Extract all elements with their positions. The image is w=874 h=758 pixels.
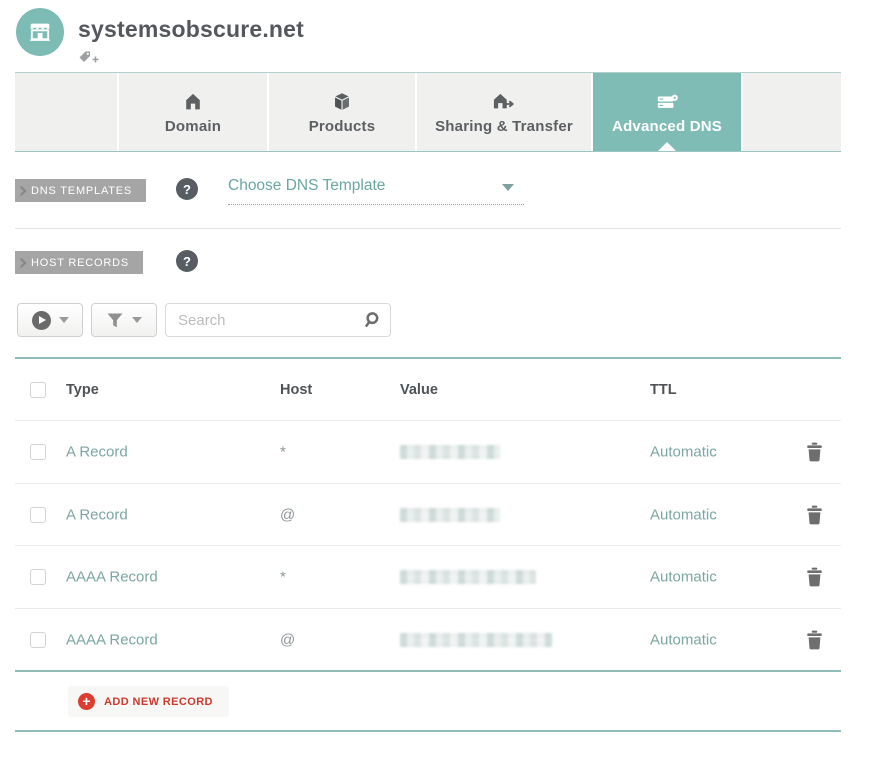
row-checkbox[interactable] — [30, 444, 46, 460]
column-header-ttl: TTL — [650, 382, 677, 398]
storefront-icon — [26, 18, 54, 46]
domain-advanced-dns-page: systemsobscure.net Domain — [0, 0, 874, 758]
table-row: AAAA Record * Automatic — [15, 545, 841, 608]
record-host[interactable]: * — [280, 569, 286, 586]
trash-icon[interactable] — [806, 505, 823, 525]
record-type[interactable]: A Record — [66, 506, 128, 523]
dns-template-dropdown-value: Choose DNS Template — [228, 177, 385, 194]
record-value-redacted[interactable] — [400, 570, 536, 584]
record-host[interactable]: * — [280, 444, 286, 461]
chevron-right-icon — [17, 186, 27, 196]
record-type[interactable]: AAAA Record — [66, 631, 158, 648]
caret-down-icon — [132, 317, 142, 323]
tab-products[interactable]: Products — [269, 73, 415, 151]
caret-down-icon — [502, 184, 514, 191]
house-arrow-icon — [491, 89, 517, 113]
domain-tabs: Domain Products Sharing & Transfer — [15, 72, 841, 152]
play-circle-icon — [32, 311, 51, 330]
tab-label: Sharing & Transfer — [435, 118, 573, 135]
tab-label: Domain — [165, 118, 221, 135]
page-title: systemsobscure.net — [78, 16, 304, 43]
house-icon — [182, 89, 204, 113]
search-icon[interactable] — [361, 311, 380, 330]
box-icon — [331, 89, 353, 113]
dns-templates-badge: DNS TEMPLATES — [15, 179, 146, 202]
record-type[interactable]: A Record — [66, 444, 128, 461]
record-ttl[interactable]: Automatic — [650, 631, 717, 648]
tab-sharing-transfer[interactable]: Sharing & Transfer — [417, 73, 591, 151]
trash-icon[interactable] — [806, 630, 823, 650]
dns-template-dropdown[interactable]: Choose DNS Template — [228, 177, 524, 205]
domain-avatar — [16, 8, 64, 56]
search-box — [165, 303, 391, 337]
host-records-label: HOST RECORDS — [31, 257, 129, 269]
trash-icon[interactable] — [806, 442, 823, 462]
row-checkbox[interactable] — [30, 507, 46, 523]
table-row: A Record @ Automatic — [15, 483, 841, 545]
tab-spacer-left — [15, 73, 117, 151]
record-value-redacted[interactable] — [400, 633, 552, 647]
select-all-checkbox[interactable] — [30, 382, 46, 398]
record-host[interactable]: @ — [280, 631, 295, 648]
record-ttl[interactable]: Automatic — [650, 506, 717, 523]
record-value-redacted[interactable] — [400, 508, 500, 522]
tab-label: Advanced DNS — [612, 118, 722, 135]
record-ttl[interactable]: Automatic — [650, 444, 717, 461]
tab-label: Products — [309, 118, 376, 135]
row-checkbox[interactable] — [30, 632, 46, 648]
plus-circle-icon: + — [78, 693, 95, 710]
record-value-redacted[interactable] — [400, 445, 500, 459]
dns-templates-help-icon[interactable]: ? — [176, 178, 198, 200]
footer-rule — [15, 730, 841, 732]
server-gear-icon — [654, 89, 680, 113]
tab-advanced-dns[interactable]: Advanced DNS — [593, 73, 741, 151]
table-bottom-rule — [15, 670, 841, 672]
column-header-type: Type — [66, 382, 99, 398]
filter-funnel-icon — [106, 312, 124, 329]
column-header-host: Host — [280, 382, 312, 398]
search-input[interactable] — [178, 304, 348, 336]
chevron-right-icon — [17, 258, 27, 268]
tab-spacer-right — [743, 73, 841, 151]
table-row: A Record * Automatic — [15, 420, 841, 483]
dns-templates-label: DNS TEMPLATES — [31, 185, 132, 197]
add-new-record-button[interactable]: + ADD NEW RECORD — [68, 686, 229, 717]
trash-icon[interactable] — [806, 567, 823, 587]
bulk-actions-button[interactable] — [17, 303, 83, 337]
record-host[interactable]: @ — [280, 506, 295, 523]
row-checkbox[interactable] — [30, 569, 46, 585]
filter-button[interactable] — [91, 303, 157, 337]
column-header-value: Value — [400, 382, 438, 398]
record-type[interactable]: AAAA Record — [66, 569, 158, 586]
host-records-badge: HOST RECORDS — [15, 251, 143, 274]
record-ttl[interactable]: Automatic — [650, 569, 717, 586]
table-row: AAAA Record @ Automatic — [15, 608, 841, 670]
host-records-help-icon[interactable]: ? — [176, 250, 198, 272]
table-header-row: Type Host Value TTL — [15, 359, 841, 420]
tab-domain[interactable]: Domain — [119, 73, 267, 151]
add-new-record-label: ADD NEW RECORD — [104, 696, 213, 708]
section-divider — [15, 228, 841, 229]
tag-plus-icon[interactable] — [78, 50, 100, 66]
caret-down-icon — [59, 317, 69, 323]
